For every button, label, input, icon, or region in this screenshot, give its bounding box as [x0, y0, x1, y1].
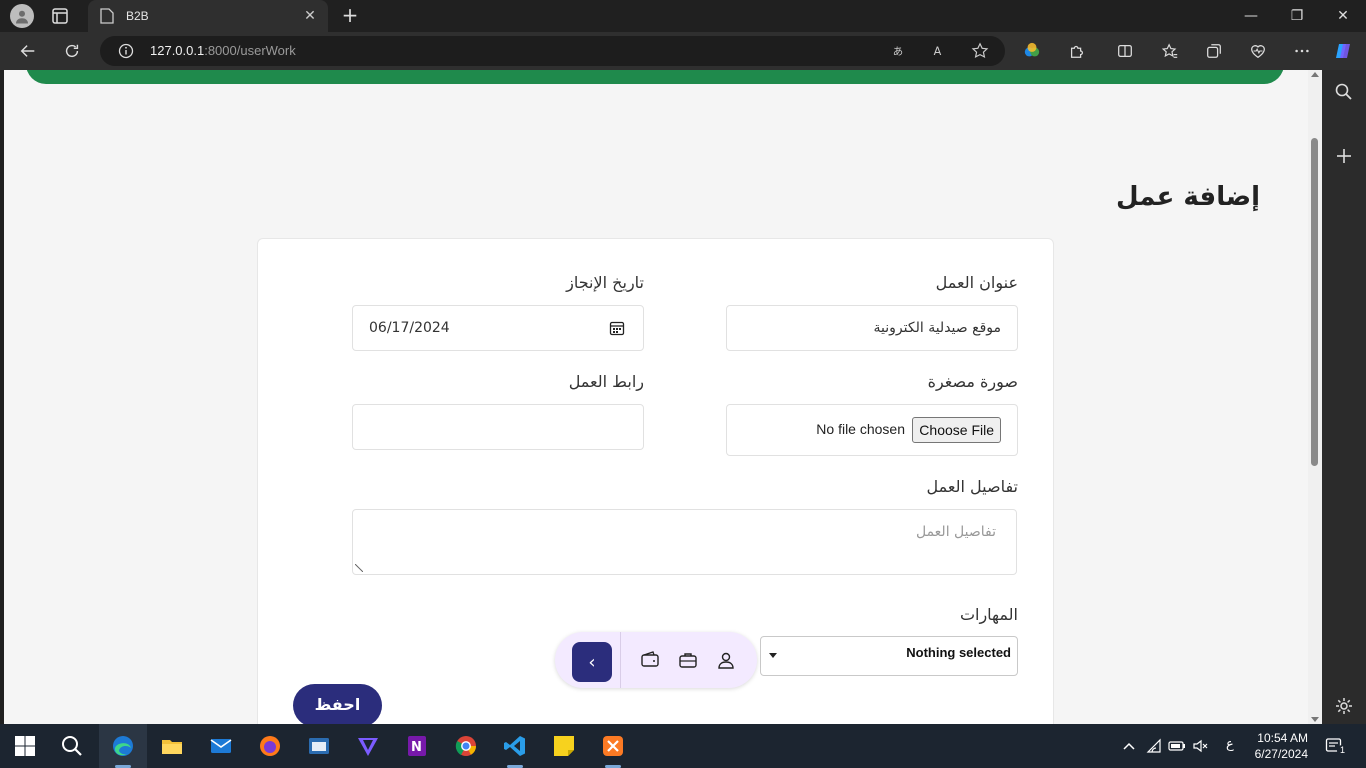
thumbnail-label: صورة مصغرة [927, 372, 1018, 391]
details-label: تفاصيل العمل [926, 477, 1018, 496]
new-tab-button[interactable]: + [338, 4, 362, 28]
tab-actions-icon[interactable] [50, 6, 70, 26]
copilot-icon[interactable] [1332, 40, 1354, 62]
add-icon[interactable] [1334, 146, 1354, 166]
health-heart-icon[interactable] [1247, 40, 1269, 62]
app-window-icon[interactable] [307, 734, 331, 758]
search-icon[interactable] [1334, 82, 1354, 102]
extensions-icon[interactable] [1066, 40, 1088, 62]
collections-icon[interactable] [1203, 40, 1225, 62]
windows-taskbar: N ع 10:54 AM 6/27/2024 1 [0, 724, 1366, 768]
favorite-star-icon[interactable] [969, 40, 991, 62]
taskbar-search-icon[interactable] [60, 734, 84, 758]
svg-text:N: N [411, 740, 422, 755]
file-explorer-icon[interactable] [160, 734, 184, 758]
svg-text:あ: あ [893, 46, 903, 58]
page-viewport: إضافة عمل عنوان العمل موقع صيدلية الكترو… [4, 70, 1308, 724]
floating-nav: ‹ [555, 632, 757, 688]
tab-b2b[interactable]: B2B ✕ [88, 0, 328, 32]
header-green-bar [26, 70, 1284, 84]
skills-select[interactable]: Nothing selected [760, 636, 1018, 676]
close-window-button[interactable]: ✕ [1320, 0, 1366, 32]
onenote-icon[interactable]: N [405, 734, 429, 758]
user-icon[interactable] [716, 650, 736, 670]
restore-button[interactable]: ❐ [1274, 0, 1320, 32]
url-text: 127.0.0.1:8000/userWork [150, 43, 296, 58]
edge-browser-icon[interactable] [111, 734, 135, 758]
skills-selected-value: Nothing selected [906, 645, 1011, 660]
firefox-icon[interactable] [258, 734, 282, 758]
page-scrollbar[interactable] [1308, 70, 1322, 724]
page-icon [100, 8, 114, 24]
scroll-down-icon[interactable] [1311, 717, 1319, 722]
link-label: رابط العمل [568, 372, 644, 391]
vscode-icon[interactable] [503, 734, 527, 758]
tab-title: B2B [126, 9, 149, 23]
edge-sidebar [1322, 70, 1366, 724]
browser-toolbar: 127.0.0.1:8000/userWork あ A [0, 32, 1366, 70]
choose-file-button[interactable]: Choose File [912, 417, 1001, 443]
link-input[interactable] [352, 404, 644, 450]
save-button[interactable]: احفظ [293, 684, 382, 724]
thumbnail-file-input[interactable]: Choose File No file chosen [726, 404, 1018, 456]
details-placeholder: تفاصيل العمل [915, 524, 996, 540]
svg-text:A: A [934, 45, 942, 58]
scroll-thumb[interactable] [1311, 138, 1318, 466]
favorites-icon[interactable] [1159, 40, 1181, 62]
work-title-input[interactable]: موقع صيدلية الكترونية [726, 305, 1018, 351]
no-file-text: No file chosen [816, 421, 905, 437]
browser-titlebar: B2B ✕ + — ❐ ✕ [0, 0, 1366, 32]
tray-chevron-up-icon[interactable] [1122, 739, 1136, 753]
profile-avatar[interactable] [10, 4, 34, 28]
read-aloud-icon[interactable]: A [929, 40, 951, 62]
more-menu-icon[interactable] [1291, 40, 1313, 62]
site-info-icon[interactable] [118, 43, 134, 59]
network-icon[interactable] [1146, 738, 1162, 754]
wallet-icon[interactable] [640, 650, 660, 670]
chrome-icon[interactable] [454, 734, 478, 758]
windows-start-icon[interactable] [13, 734, 37, 758]
person-icon [16, 10, 28, 24]
volume-muted-icon[interactable] [1192, 738, 1208, 754]
back-icon[interactable] [17, 40, 39, 62]
system-clock[interactable]: 10:54 AM 6/27/2024 [1255, 730, 1308, 762]
extension-color-icon[interactable] [1021, 40, 1043, 62]
address-bar[interactable]: 127.0.0.1:8000/userWork あ A [100, 36, 1005, 66]
vpn-icon[interactable] [356, 734, 380, 758]
refresh-icon[interactable] [61, 40, 83, 62]
date-input[interactable]: 06/17/2024 [352, 305, 644, 351]
mail-icon[interactable] [209, 734, 233, 758]
skills-label: المهارات [959, 605, 1018, 624]
resize-handle-icon[interactable] [355, 564, 363, 572]
input-language[interactable]: ع [1226, 737, 1234, 752]
sticky-notes-icon[interactable] [552, 734, 576, 758]
tab-close-icon[interactable]: ✕ [302, 8, 318, 24]
calendar-icon[interactable] [609, 320, 625, 336]
battery-icon[interactable] [1168, 738, 1186, 754]
settings-gear-icon[interactable] [1334, 696, 1354, 716]
page-title: إضافة عمل [1115, 182, 1260, 212]
notification-bell-icon[interactable]: 1 [1325, 737, 1348, 756]
nav-divider [620, 632, 621, 688]
translate-icon[interactable]: あ [889, 40, 911, 62]
date-label: تاريخ الإنجاز [566, 273, 644, 292]
work-title-label: عنوان العمل [935, 273, 1018, 292]
notification-count: 1 [1337, 745, 1348, 756]
briefcase-icon[interactable] [678, 650, 698, 670]
xampp-icon[interactable] [601, 734, 625, 758]
scroll-up-icon[interactable] [1311, 72, 1319, 77]
details-textarea[interactable]: تفاصيل العمل [352, 509, 1017, 575]
back-arrow-button[interactable]: ‹ [572, 642, 612, 682]
chevron-down-icon [769, 653, 777, 658]
minimize-button[interactable]: — [1228, 0, 1274, 32]
split-screen-icon[interactable] [1114, 40, 1136, 62]
